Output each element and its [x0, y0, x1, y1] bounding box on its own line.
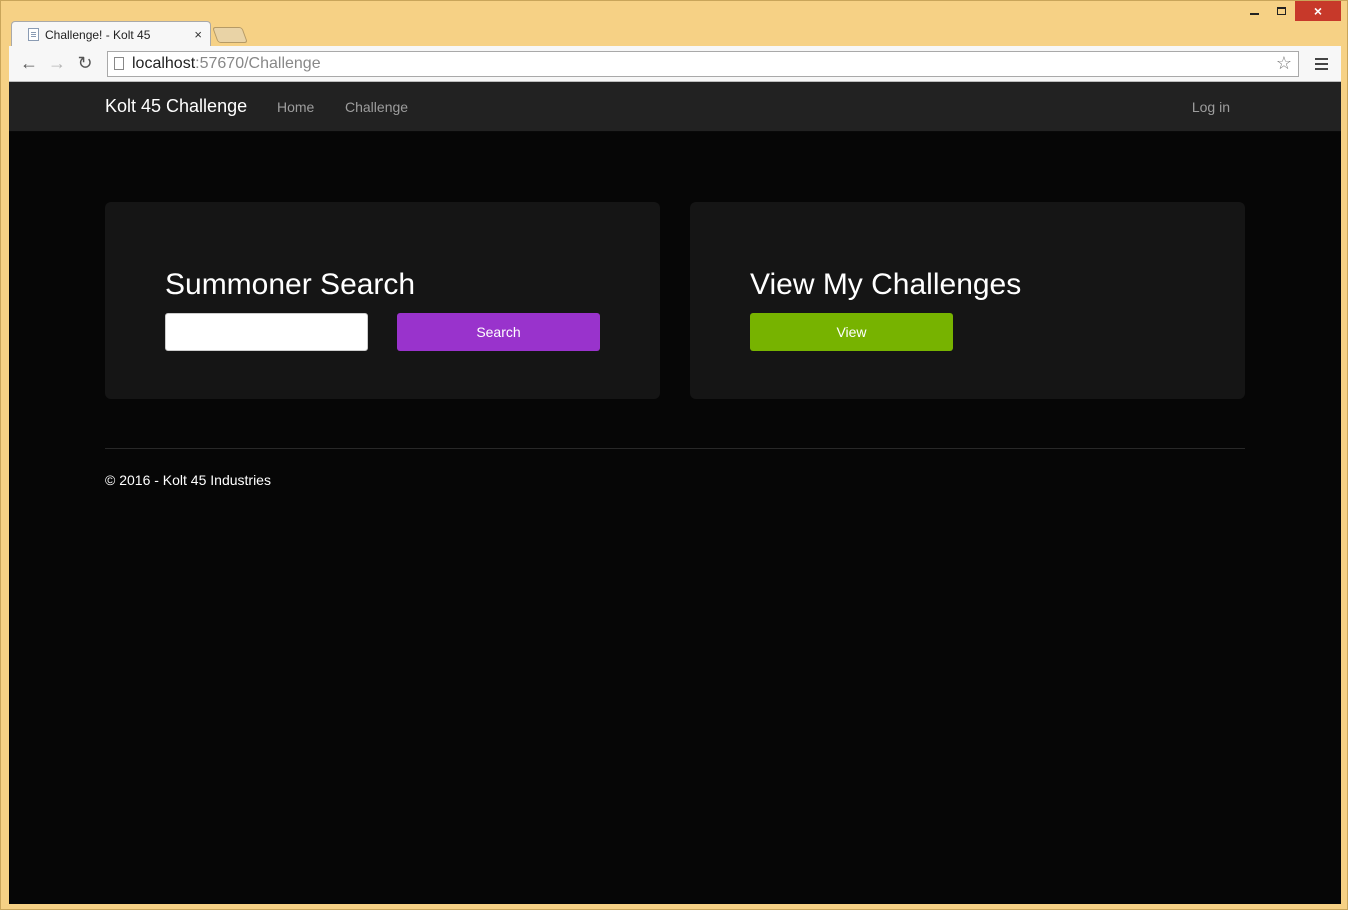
address-bar[interactable]: localhost:57670/Challenge ☆: [107, 50, 1299, 77]
tab-strip: Challenge! - Kolt 45 ×: [11, 19, 248, 47]
browser-tab[interactable]: Challenge! - Kolt 45 ×: [11, 21, 211, 47]
login-link[interactable]: Log in: [1192, 99, 1230, 115]
back-button[interactable]: ←: [15, 50, 43, 78]
window-controls: ×: [1241, 1, 1341, 23]
tab-title: Challenge! - Kolt 45: [45, 27, 151, 42]
browser-toolbar: ← → ↻ localhost:57670/Challenge ☆: [9, 46, 1341, 82]
reload-icon: ↻: [77, 53, 93, 73]
summoner-search-title: Summoner Search: [165, 268, 416, 301]
url-path: :57670/Challenge: [195, 54, 321, 72]
brand-link[interactable]: Kolt 45 Challenge: [105, 96, 247, 117]
view-challenges-panel: View My Challenges View: [690, 202, 1245, 399]
window-close-button[interactable]: ×: [1295, 1, 1341, 21]
browser-window: × Challenge! - Kolt 45 × ← → ↻ localhost…: [0, 0, 1348, 910]
page-viewport: Kolt 45 Challenge Home Challenge Log in …: [9, 82, 1341, 904]
nav-link-home[interactable]: Home: [277, 99, 314, 115]
summoner-search-input[interactable]: [165, 313, 368, 351]
forward-button[interactable]: →: [43, 50, 71, 78]
minimize-icon: [1250, 13, 1259, 15]
page-icon: [114, 57, 124, 70]
new-tab-button[interactable]: [212, 27, 248, 43]
tab-close-icon[interactable]: ×: [194, 27, 202, 42]
footer-divider: [105, 448, 1245, 449]
view-button[interactable]: View: [750, 313, 953, 351]
star-icon[interactable]: ☆: [1276, 53, 1292, 74]
maximize-icon: [1277, 7, 1286, 15]
arrow-right-icon: →: [48, 53, 66, 73]
summoner-search-panel: Summoner Search Search: [105, 202, 660, 399]
view-challenges-title: View My Challenges: [750, 268, 1022, 301]
nav-link-challenge[interactable]: Challenge: [345, 99, 408, 115]
maximize-button[interactable]: [1268, 1, 1295, 21]
page-favicon-icon: [28, 28, 39, 41]
footer-copyright: © 2016 - Kolt 45 Industries: [105, 472, 271, 488]
site-navbar: Kolt 45 Challenge Home Challenge Log in: [9, 82, 1341, 132]
search-button[interactable]: Search: [397, 313, 600, 351]
reload-button[interactable]: ↻: [71, 50, 99, 78]
hamburger-menu-icon[interactable]: [1307, 57, 1335, 70]
url-host: localhost: [132, 54, 196, 72]
url-text[interactable]: localhost:57670/Challenge: [132, 55, 1268, 73]
arrow-left-icon: ←: [20, 53, 38, 73]
minimize-button[interactable]: [1241, 1, 1268, 21]
